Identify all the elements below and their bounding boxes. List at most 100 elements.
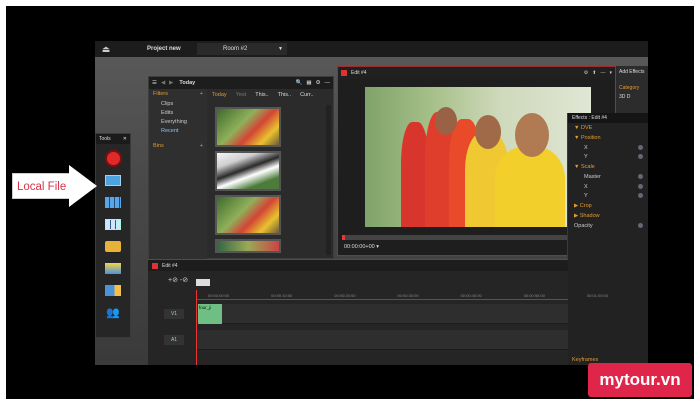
tab-yesterday[interactable]: Yest [233,91,250,99]
pin-icon[interactable]: ⬆ [592,70,596,76]
settings-icon[interactable]: ⚙ [316,80,321,86]
track-lane-v1[interactable] [196,304,568,324]
folder-icon[interactable] [103,238,123,254]
library-sidebar: Filters + Clips Edits Everything Recent B… [149,89,207,260]
keyframe-icon[interactable] [638,183,643,189]
forward-icon[interactable]: ▶ [169,80,173,86]
keyframe-icon[interactable] [638,144,643,150]
track-lane-a1[interactable] [196,330,568,350]
section-position[interactable]: ▼ Position [568,133,648,143]
clip-thumbnail[interactable] [215,239,281,253]
add-bin-icon[interactable]: + [200,143,203,149]
section-scale[interactable]: ▼ Scale [568,162,648,172]
timeline-ruler[interactable]: 00:00:00:00 00:00:10:00 00:00:20:00 00:0… [196,292,608,300]
view-icon[interactable]: ▦ [306,80,311,86]
library-scrollbar[interactable] [326,105,331,255]
chevron-down-icon[interactable]: ▾ [609,70,612,76]
section-shadow[interactable]: ▶ Shadow [568,211,648,221]
ruler-tick: 00:00:20:00 [334,293,356,298]
section-dve[interactable]: ▼ DVE [568,123,648,133]
filters-heading: Filters [153,91,168,97]
effects-header: Effects : Edit #4 [568,113,648,123]
keyframe-icon[interactable] [638,173,643,179]
settings-icon[interactable]: ⚙ [584,70,588,76]
timeline-clip[interactable]: four_ji [198,304,222,324]
ruler-tick: 00:01:00:00 [586,293,608,298]
export-icon[interactable] [103,282,123,298]
position-y-row: Y [568,153,648,163]
tools-title: Tools [99,136,111,142]
keyframe-icon[interactable] [638,154,643,160]
search-icon[interactable]: 🔍 [296,80,303,86]
effects-panel: Effects : Edit #4 ▼ DVE ▼ Position X Y ▼… [567,113,648,365]
minimize-icon[interactable]: — [600,70,605,76]
viewer-toolbar: Edit #4 ⚙ ⬆ — ▾ [338,67,615,79]
room-label: Room #2 [223,46,248,52]
record-icon[interactable] [103,150,123,166]
scale-x-row: X [568,182,648,192]
local-file-callout: Local File [12,165,98,207]
position-x-row: X [568,143,648,153]
filter-edits[interactable]: Edits [149,108,207,117]
edit-color-icon [152,262,158,269]
ruler-tick: 00:00:50:00 [523,293,545,298]
viewer-timecode[interactable]: 00:00:00+00 ▾ [344,244,379,250]
category-item[interactable]: 3D D [619,94,645,100]
clip-thumbnail[interactable] [215,107,281,147]
room-selector[interactable]: Room #2 ▼ [197,43,287,55]
titler-icon[interactable] [103,260,123,276]
clip-thumbnail[interactable] [215,151,281,191]
library-tabs: Today Yest This.. This.. Curr.. [209,91,317,99]
section-crop[interactable]: ▶ Crop [568,201,648,211]
tab-this-month[interactable]: This.. [275,91,294,99]
opacity-row: Opacity [568,221,648,231]
tab-this-week[interactable]: This.. [252,91,271,99]
track-header-v1[interactable]: V1 [164,309,184,319]
keyframe-icon[interactable] [638,193,643,199]
video-preview[interactable] [365,87,591,227]
import-local-file-icon[interactable] [103,172,123,188]
chevron-down-icon: ▼ [278,46,283,52]
edit-color-icon [341,70,347,76]
callout-label: Local File [12,173,71,199]
zoom-slider[interactable] [196,279,210,286]
track-header-a1[interactable]: A1 [164,335,184,345]
library-title: Today [179,80,196,86]
storyboard-icon[interactable] [103,194,123,210]
close-icon[interactable]: ✕ [123,136,127,142]
brand-logo: mytour.vn [588,363,692,397]
tab-current[interactable]: Curr.. [297,91,316,99]
scale-y-row: Y [568,191,648,201]
viewer-title: Edit #4 [351,70,367,76]
ruler-tick: 00:00:10:00 [271,293,293,298]
add-filter-icon[interactable]: + [200,91,203,97]
filter-clips[interactable]: Clips [149,99,207,108]
filter-recent[interactable]: Recent [149,126,207,135]
library-toolbar: ☰ ◀ ▶ Today 🔍 ▦ ⚙ — [149,77,333,89]
timeline-title: Edit #4 [162,262,178,269]
timeline-toolbar: Edit #4 [148,260,568,271]
tools-panel: Tools ✕ 👥 [95,133,131,338]
project-name[interactable]: Project new [117,46,197,52]
exit-icon[interactable]: ⏏ [95,44,117,55]
editor-window: ⏏ Project new Room #2 ▼ Tools ✕ 👥 ☰ ◀ ▶ [95,41,648,365]
users-icon[interactable]: 👥 [103,304,123,320]
keyframe-icon[interactable] [638,222,643,228]
menu-icon[interactable]: ☰ [152,80,157,86]
top-bar: ⏏ Project new Room #2 ▼ [95,41,648,57]
zoom-icon[interactable]: +⊘ -⊘ [168,276,188,284]
screenshot-frame: ⏏ Project new Room #2 ▼ Tools ✕ 👥 ☰ ◀ ▶ [6,6,694,399]
grid-view-icon[interactable] [103,216,123,232]
clip-thumbnail[interactable] [215,195,281,235]
timeline-panel: Edit #4 +⊘ -⊘ 00:00:00:00 00:00:10:00 00… [148,259,608,365]
add-effects-title: Add Effects [619,69,645,75]
playhead[interactable] [196,290,197,365]
filter-everything[interactable]: Everything [149,117,207,126]
scale-master-row: Master [568,172,648,182]
back-icon[interactable]: ◀ [161,80,165,86]
arrow-right-icon [69,165,98,207]
ruler-tick: 00:00:00:00 [208,293,230,298]
bins-heading: Bins [153,143,164,149]
tab-today[interactable]: Today [209,91,230,99]
minimize-icon[interactable]: — [325,80,331,86]
